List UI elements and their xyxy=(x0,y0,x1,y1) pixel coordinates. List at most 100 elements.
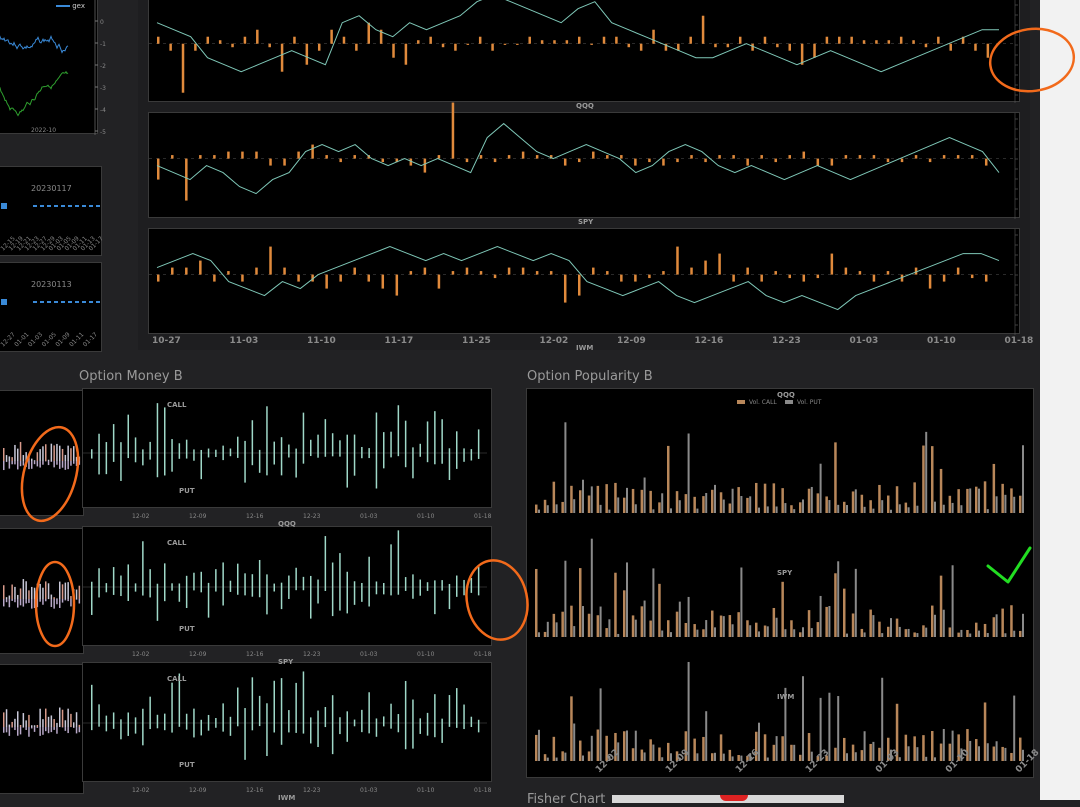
vol-call-bar xyxy=(623,731,626,761)
vol-call-bar xyxy=(553,482,556,513)
right-edge-area xyxy=(1040,0,1080,800)
vol-call-bar xyxy=(667,620,670,637)
vol-call-bar xyxy=(1019,738,1022,761)
vol-call-bar xyxy=(957,489,960,513)
vol-put-bar xyxy=(1013,497,1015,513)
small-bar xyxy=(48,461,50,465)
vol-put-bar xyxy=(802,627,804,637)
vol-call-bar xyxy=(570,486,573,513)
vol-call-bar xyxy=(773,483,776,513)
vol-put-bar xyxy=(705,493,707,513)
small-bar xyxy=(20,442,22,461)
small-bar xyxy=(73,727,75,728)
gex-legend: gex xyxy=(56,2,85,10)
vol-call-bar xyxy=(808,733,811,761)
bar-qqq xyxy=(850,37,853,44)
vol-put-bar xyxy=(705,711,707,761)
small-bar xyxy=(42,588,44,599)
vol-put-bar xyxy=(811,487,813,513)
vol-call-bar xyxy=(553,614,556,637)
small-bar xyxy=(9,725,11,727)
gex-inset-svg: 0-1-2-3-4-52022-10 xyxy=(0,0,99,135)
legend-put-swatch xyxy=(785,400,793,404)
bar-spy xyxy=(578,159,581,163)
vol-put-bar xyxy=(591,736,593,761)
bar-qqq xyxy=(541,40,544,44)
money-panel-label: SPY xyxy=(278,658,294,666)
vol-put-bar xyxy=(582,606,584,637)
bar-qqq xyxy=(888,40,891,44)
vol-call-bar xyxy=(913,736,916,761)
vol-call-bar xyxy=(544,754,547,761)
vol-put-bar xyxy=(916,633,918,637)
small-bar xyxy=(51,715,53,727)
vol-call-bar xyxy=(790,745,793,761)
vol-put-bar xyxy=(872,615,874,637)
vol-put-bar xyxy=(696,753,698,761)
small-bar xyxy=(23,727,25,728)
vol-put-bar xyxy=(987,633,989,637)
dash-segment xyxy=(40,301,44,303)
small-bar xyxy=(56,599,58,604)
small-bar xyxy=(37,727,39,728)
bar-qqq xyxy=(454,44,457,51)
vol-put-bar xyxy=(688,597,690,637)
small-bar xyxy=(14,719,16,727)
main-xtick: 12-02 xyxy=(540,336,569,346)
date-label: 20230113 xyxy=(31,280,72,289)
vol-call-bar xyxy=(1019,631,1022,637)
vol-call-bar xyxy=(905,503,908,513)
small-bar xyxy=(65,583,67,599)
gex-inset-chart: 0-1-2-3-4-52022-10 xyxy=(0,0,98,134)
small-bar xyxy=(25,461,27,467)
money-xtick: 12-02 xyxy=(132,787,150,794)
money-xtick: 01-18 xyxy=(474,787,492,794)
vol-call-bar xyxy=(658,502,661,513)
small-bar xyxy=(28,599,30,603)
money-xtick: 12-09 xyxy=(189,513,207,520)
vol-call-bar xyxy=(1010,605,1013,637)
vol-put-bar xyxy=(758,631,760,637)
vol-call-bar xyxy=(940,576,943,637)
main-xtick: 11-25 xyxy=(462,336,491,346)
vol-call-bar xyxy=(861,750,864,761)
vol-put-bar xyxy=(987,509,989,513)
small-bar xyxy=(37,599,39,607)
marker xyxy=(1,203,7,209)
small-bar xyxy=(34,725,36,727)
vol-put-bar xyxy=(793,745,795,761)
vol-put-bar xyxy=(696,509,698,513)
money-xtick: 12-23 xyxy=(303,651,321,658)
bar-iwm xyxy=(592,268,595,275)
vol-call-bar xyxy=(720,616,723,637)
vol-call-bar xyxy=(931,606,934,637)
bar-iwm xyxy=(789,275,792,279)
small-bar xyxy=(67,709,69,727)
small-bar xyxy=(62,710,64,727)
small-bar xyxy=(48,583,50,599)
vol-call-bar xyxy=(975,739,978,761)
vol-put-bar xyxy=(828,500,830,513)
bar-iwm xyxy=(283,268,286,275)
fisher-chart-strip xyxy=(612,795,844,803)
vol-put-bar xyxy=(837,696,839,761)
gex-line xyxy=(0,36,68,52)
vol-call-bar xyxy=(632,748,635,761)
bar-iwm xyxy=(620,275,623,282)
vol-put-bar xyxy=(811,628,813,637)
vol-call-bar xyxy=(843,589,846,637)
bar-spy xyxy=(522,152,525,159)
vol-put-bar xyxy=(652,745,654,761)
vol-put-bar xyxy=(538,510,540,513)
small-bar xyxy=(59,708,61,727)
money-xtick: 12-09 xyxy=(189,787,207,794)
bar-iwm xyxy=(466,268,469,275)
vol-call-bar xyxy=(940,469,943,513)
small-bar xyxy=(76,590,78,599)
vol-call-bar xyxy=(799,502,802,513)
bar-qqq xyxy=(368,23,371,44)
vol-call-bar xyxy=(711,611,714,637)
bar-spy xyxy=(353,155,356,159)
vol-put-bar xyxy=(916,747,918,761)
bar-iwm xyxy=(438,275,441,289)
